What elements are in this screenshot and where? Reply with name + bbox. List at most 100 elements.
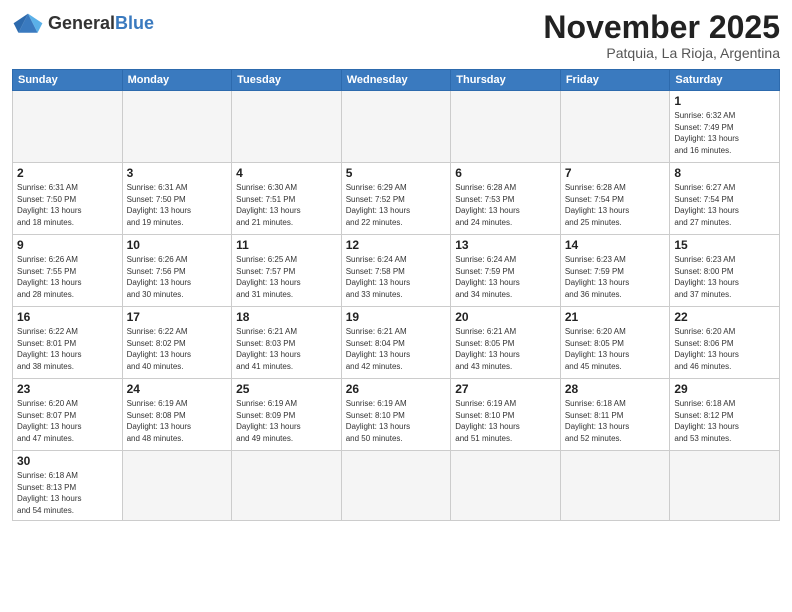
calendar-cell: 7Sunrise: 6:28 AM Sunset: 7:54 PM Daylig…: [560, 163, 670, 235]
day-number: 10: [127, 238, 228, 252]
calendar-cell: 1 Sunrise: 6:32 AM Sunset: 7:49 PM Daylig…: [670, 91, 780, 163]
day-info: Sunrise: 6:28 AM Sunset: 7:53 PM Dayligh…: [455, 182, 556, 228]
header: GeneralBlue November 2025 Patquia, La Ri…: [12, 10, 780, 61]
calendar-cell: 18 Sunrise: 6:21 AM Sunset: 8:03 PM Dayli…: [232, 307, 342, 379]
calendar-cell: [451, 451, 561, 520]
day-number: 18: [236, 310, 337, 324]
calendar-row-5: 30Sunrise: 6:18 AM Sunset: 8:13 PM Dayli…: [13, 451, 780, 520]
calendar-row-2: 9Sunrise: 6:26 AM Sunset: 7:55 PM Daylig…: [13, 235, 780, 307]
logo-icon: [12, 10, 44, 38]
calendar-cell: 23Sunrise: 6:20 AM Sunset: 8:07 PM Dayli…: [13, 379, 123, 451]
calendar-cell: [670, 451, 780, 520]
day-number: 29: [674, 382, 775, 396]
calendar-cell: 6 Sunrise: 6:28 AM Sunset: 7:53 PM Daylig…: [451, 163, 561, 235]
day-info: Sunrise: 6:25 AM Sunset: 7:57 PM Dayligh…: [236, 254, 337, 300]
day-info: Sunrise: 6:18 AM Sunset: 8:13 PM Dayligh…: [17, 470, 118, 516]
calendar-row-3: 16Sunrise: 6:22 AM Sunset: 8:01 PM Dayli…: [13, 307, 780, 379]
calendar-cell: 9Sunrise: 6:26 AM Sunset: 7:55 PM Daylig…: [13, 235, 123, 307]
day-info: Sunrise: 6:21 AM Sunset: 8:03 PM Dayligh…: [236, 326, 337, 372]
day-info: Sunrise: 6:27 AM Sunset: 7:54 PM Dayligh…: [674, 182, 775, 228]
day-number: 15: [674, 238, 775, 252]
day-info: Sunrise: 6:32 AM Sunset: 7:49 PM Dayligh…: [674, 110, 775, 156]
calendar-cell: [451, 91, 561, 163]
calendar-cell: [232, 451, 342, 520]
day-number: 1: [674, 94, 775, 108]
col-header-sunday: Sunday: [13, 70, 123, 91]
day-number: 26: [346, 382, 447, 396]
col-header-friday: Friday: [560, 70, 670, 91]
calendar-header-row: SundayMondayTuesdayWednesdayThursdayFrid…: [13, 70, 780, 91]
logo-general: General: [48, 13, 115, 33]
calendar-cell: 22Sunrise: 6:20 AM Sunset: 8:06 PM Dayli…: [670, 307, 780, 379]
calendar-cell: [122, 451, 232, 520]
day-number: 8: [674, 166, 775, 180]
calendar-cell: 17 Sunrise: 6:22 AM Sunset: 8:02 PM Dayli…: [122, 307, 232, 379]
day-number: 19: [346, 310, 447, 324]
day-number: 14: [565, 238, 666, 252]
day-number: 28: [565, 382, 666, 396]
logo: GeneralBlue: [12, 10, 154, 38]
calendar-cell: 29 Sunrise: 6:18 AM Sunset: 8:12 PM Dayli…: [670, 379, 780, 451]
calendar-cell: [560, 91, 670, 163]
day-info: Sunrise: 6:20 AM Sunset: 8:05 PM Dayligh…: [565, 326, 666, 372]
calendar-cell: 21 Sunrise: 6:20 AM Sunset: 8:05 PM Dayli…: [560, 307, 670, 379]
day-info: Sunrise: 6:23 AM Sunset: 7:59 PM Dayligh…: [565, 254, 666, 300]
calendar-cell: 26 Sunrise: 6:19 AM Sunset: 8:10 PM Dayli…: [341, 379, 451, 451]
day-info: Sunrise: 6:18 AM Sunset: 8:12 PM Dayligh…: [674, 398, 775, 444]
day-info: Sunrise: 6:19 AM Sunset: 8:10 PM Dayligh…: [346, 398, 447, 444]
day-number: 17: [127, 310, 228, 324]
calendar-cell: 19 Sunrise: 6:21 AM Sunset: 8:04 PM Dayli…: [341, 307, 451, 379]
day-number: 11: [236, 238, 337, 252]
day-info: Sunrise: 6:29 AM Sunset: 7:52 PM Dayligh…: [346, 182, 447, 228]
calendar-cell: 28 Sunrise: 6:18 AM Sunset: 8:11 PM Dayli…: [560, 379, 670, 451]
day-info: Sunrise: 6:28 AM Sunset: 7:54 PM Dayligh…: [565, 182, 666, 228]
page: GeneralBlue November 2025 Patquia, La Ri…: [0, 0, 792, 612]
calendar-cell: [232, 91, 342, 163]
calendar-cell: 13Sunrise: 6:24 AM Sunset: 7:59 PM Dayli…: [451, 235, 561, 307]
calendar-cell: 8 Sunrise: 6:27 AM Sunset: 7:54 PM Daylig…: [670, 163, 780, 235]
calendar-row-1: 2Sunrise: 6:31 AM Sunset: 7:50 PM Daylig…: [13, 163, 780, 235]
calendar-cell: 5 Sunrise: 6:29 AM Sunset: 7:52 PM Daylig…: [341, 163, 451, 235]
calendar-cell: 4 Sunrise: 6:30 AM Sunset: 7:51 PM Daylig…: [232, 163, 342, 235]
day-info: Sunrise: 6:22 AM Sunset: 8:01 PM Dayligh…: [17, 326, 118, 372]
col-header-monday: Monday: [122, 70, 232, 91]
day-info: Sunrise: 6:19 AM Sunset: 8:09 PM Dayligh…: [236, 398, 337, 444]
day-number: 6: [455, 166, 556, 180]
calendar-cell: 12Sunrise: 6:24 AM Sunset: 7:58 PM Dayli…: [341, 235, 451, 307]
calendar-cell: [341, 91, 451, 163]
day-number: 27: [455, 382, 556, 396]
day-info: Sunrise: 6:20 AM Sunset: 8:06 PM Dayligh…: [674, 326, 775, 372]
day-number: 20: [455, 310, 556, 324]
day-info: Sunrise: 6:21 AM Sunset: 8:04 PM Dayligh…: [346, 326, 447, 372]
day-info: Sunrise: 6:31 AM Sunset: 7:50 PM Dayligh…: [17, 182, 118, 228]
day-info: Sunrise: 6:22 AM Sunset: 8:02 PM Dayligh…: [127, 326, 228, 372]
calendar-cell: 14 Sunrise: 6:23 AM Sunset: 7:59 PM Dayli…: [560, 235, 670, 307]
day-info: Sunrise: 6:24 AM Sunset: 7:58 PM Dayligh…: [346, 254, 447, 300]
day-number: 21: [565, 310, 666, 324]
calendar-row-4: 23Sunrise: 6:20 AM Sunset: 8:07 PM Dayli…: [13, 379, 780, 451]
day-number: 4: [236, 166, 337, 180]
calendar-cell: 20Sunrise: 6:21 AM Sunset: 8:05 PM Dayli…: [451, 307, 561, 379]
day-number: 5: [346, 166, 447, 180]
day-info: Sunrise: 6:26 AM Sunset: 7:55 PM Dayligh…: [17, 254, 118, 300]
calendar-cell: [13, 91, 123, 163]
day-number: 24: [127, 382, 228, 396]
calendar-cell: 30Sunrise: 6:18 AM Sunset: 8:13 PM Dayli…: [13, 451, 123, 520]
col-header-thursday: Thursday: [451, 70, 561, 91]
day-info: Sunrise: 6:19 AM Sunset: 8:10 PM Dayligh…: [455, 398, 556, 444]
calendar-cell: [560, 451, 670, 520]
calendar-cell: 2Sunrise: 6:31 AM Sunset: 7:50 PM Daylig…: [13, 163, 123, 235]
col-header-tuesday: Tuesday: [232, 70, 342, 91]
calendar-row-0: 1 Sunrise: 6:32 AM Sunset: 7:49 PM Daylig…: [13, 91, 780, 163]
col-header-saturday: Saturday: [670, 70, 780, 91]
day-number: 3: [127, 166, 228, 180]
location: Patquia, La Rioja, Argentina: [543, 45, 780, 61]
day-info: Sunrise: 6:30 AM Sunset: 7:51 PM Dayligh…: [236, 182, 337, 228]
day-info: Sunrise: 6:18 AM Sunset: 8:11 PM Dayligh…: [565, 398, 666, 444]
calendar-cell: 10Sunrise: 6:26 AM Sunset: 7:56 PM Dayli…: [122, 235, 232, 307]
title-block: November 2025 Patquia, La Rioja, Argenti…: [543, 10, 780, 61]
calendar-cell: 24Sunrise: 6:19 AM Sunset: 8:08 PM Dayli…: [122, 379, 232, 451]
calendar: SundayMondayTuesdayWednesdayThursdayFrid…: [12, 69, 780, 520]
calendar-cell: 15Sunrise: 6:23 AM Sunset: 8:00 PM Dayli…: [670, 235, 780, 307]
day-number: 25: [236, 382, 337, 396]
